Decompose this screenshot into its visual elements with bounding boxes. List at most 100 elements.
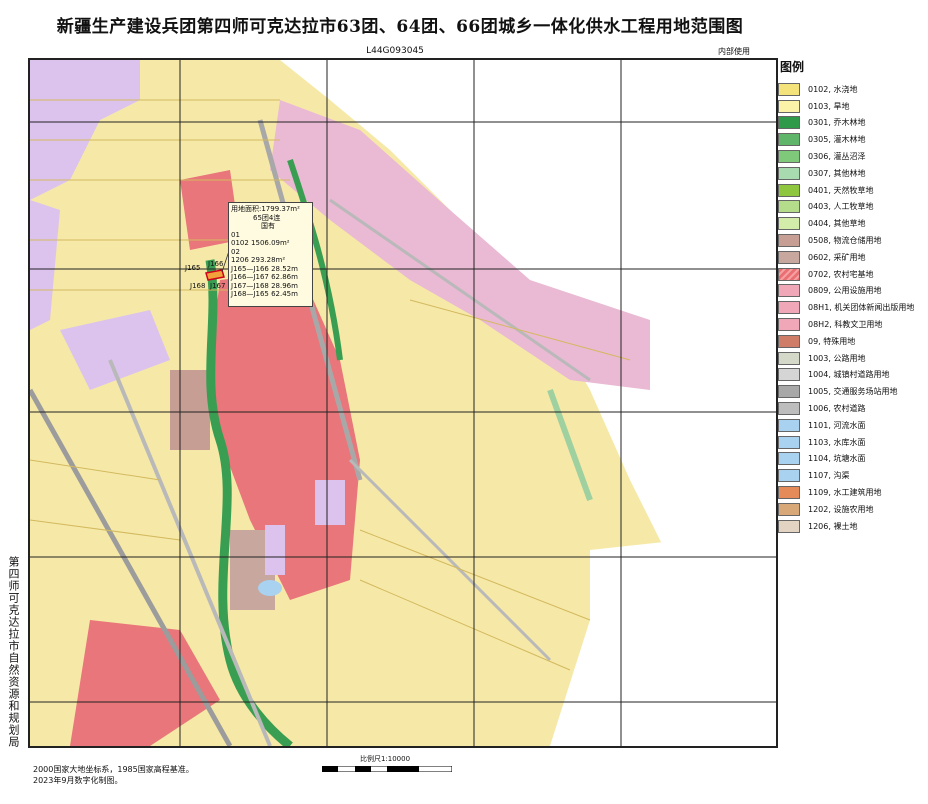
- map-notes: 2000国家大地坐标系，1985国家高程基准。 2023年9月数字化制图。: [33, 764, 194, 786]
- legend-item: 1006, 农村道路: [778, 400, 926, 417]
- land-use-map[interactable]: 用地面积:1799.37m² 65团4连 国有 01 0102 1506.09m…: [28, 58, 778, 748]
- legend-item: 0102, 水浇地: [778, 81, 926, 98]
- legend-label: 1006, 农村道路: [808, 404, 866, 414]
- legend-list: 0102, 水浇地 0103, 旱地 0301, 乔木林地 0305, 灌木林地 030…: [778, 81, 926, 535]
- legend-label: 0403, 人工牧草地: [808, 202, 874, 212]
- legend-item: 0103, 旱地: [778, 98, 926, 115]
- callout-parcel1-area: 0102 1506.09m²: [231, 239, 290, 247]
- parcel-callout: 用地面积:1799.37m² 65团4连 国有 01 0102 1506.09m…: [228, 202, 313, 307]
- legend-item: 1206, 裸土地: [778, 518, 926, 535]
- legend-label: 08H2, 科教文卫用地: [808, 320, 883, 330]
- callout-segment: J168—J165 62.45m: [231, 290, 298, 298]
- legend-label: 09, 特殊用地: [808, 336, 856, 346]
- legend-label: 0301, 乔木林地: [808, 118, 866, 128]
- legend-swatch: [778, 82, 800, 96]
- legend-label: 0103, 旱地: [808, 101, 850, 111]
- legend-swatch: [778, 116, 800, 130]
- legend-swatch: [778, 368, 800, 382]
- legend-label: 0602, 采矿用地: [808, 252, 866, 262]
- legend-swatch: [778, 486, 800, 500]
- legend-label: 08H1, 机关团体新闻出版用地: [808, 303, 915, 313]
- scale-bar: [322, 766, 452, 772]
- legend-label: 0401, 天然牧草地: [808, 185, 874, 195]
- legend-item: 1202, 设施农用地: [778, 501, 926, 518]
- legend-item: 1103, 水库水面: [778, 434, 926, 451]
- legend: 图例 0102, 水浇地 0103, 旱地 0301, 乔木林地 0305, 灌木林地…: [778, 58, 926, 535]
- legend-swatch: [778, 452, 800, 466]
- legend-item: 08H2, 科教文卫用地: [778, 316, 926, 333]
- legend-swatch: [778, 267, 800, 281]
- callout-segment: J167—J168 28.96m: [231, 281, 298, 290]
- legend-swatch: [778, 250, 800, 264]
- legend-swatch: [778, 99, 800, 113]
- legend-label: 0508, 物流仓储用地: [808, 236, 882, 246]
- coordinate-system-note: 2000国家大地坐标系，1985国家高程基准。: [33, 765, 194, 774]
- legend-label: 1004, 城镇村道路用地: [808, 370, 890, 380]
- legend-label: 1005, 交通服务场站用地: [808, 387, 898, 397]
- callout-parcel2-id: 02: [231, 247, 240, 256]
- legend-item: 0702, 农村宅基地: [778, 266, 926, 283]
- legend-swatch: [778, 385, 800, 399]
- callout-segment: J166—J167 62.86m: [231, 273, 298, 281]
- legend-item: 0301, 乔木林地: [778, 115, 926, 132]
- pond: [258, 580, 282, 596]
- public-facility-block: [315, 480, 345, 525]
- public-facility-block-2: [265, 525, 285, 575]
- legend-item: 0404, 其他草地: [778, 215, 926, 232]
- legend-label: 0809, 公用设施用地: [808, 286, 882, 296]
- legend-swatch: [778, 166, 800, 180]
- legend-swatch: [778, 435, 800, 449]
- legend-item: 1107, 沟渠: [778, 467, 926, 484]
- legend-swatch: [778, 284, 800, 298]
- legend-label: 1107, 沟渠: [808, 471, 850, 481]
- legend-item: 0403, 人工牧草地: [778, 199, 926, 216]
- legend-label: 1003, 公路用地: [808, 353, 866, 363]
- legend-label: 1206, 裸土地: [808, 521, 858, 531]
- legend-label: 1101, 河流水面: [808, 420, 866, 430]
- sheet-number: L44G093045: [366, 46, 424, 56]
- legend-item: 1109, 水工建筑用地: [778, 484, 926, 501]
- legend-item: 1004, 城镇村道路用地: [778, 367, 926, 384]
- callout-company: 65团4连: [253, 213, 281, 222]
- legend-label: 1104, 坑塘水面: [808, 454, 866, 464]
- legend-swatch: [778, 469, 800, 483]
- legend-swatch: [778, 200, 800, 214]
- legend-label: 0404, 其他草地: [808, 219, 866, 229]
- legend-item: 09, 特殊用地: [778, 333, 926, 350]
- legend-swatch: [778, 502, 800, 516]
- legend-swatch: [778, 351, 800, 365]
- legend-item: 1005, 交通服务场站用地: [778, 383, 926, 400]
- callout-segment: J165—J166 28.52m: [231, 264, 298, 273]
- legend-swatch: [778, 301, 800, 315]
- legend-label: 0307, 其他林地: [808, 168, 866, 178]
- legend-swatch: [778, 217, 800, 231]
- legend-label: 0102, 水浇地: [808, 84, 858, 94]
- production-date-note: 2023年9月数字化制图。: [33, 776, 123, 785]
- legend-swatch: [778, 418, 800, 432]
- legend-swatch: [778, 133, 800, 147]
- legend-swatch: [778, 402, 800, 416]
- legend-swatch: [778, 150, 800, 164]
- legend-item: 0306, 灌丛沼泽: [778, 148, 926, 165]
- legend-item: 0307, 其他林地: [778, 165, 926, 182]
- legend-title: 图例: [780, 60, 805, 74]
- legend-swatch: [778, 234, 800, 248]
- callout-parcel2-area: 1206 293.28m²: [231, 256, 286, 264]
- map-title: 新疆生产建设兵团第四师可克达拉市63团、64团、66团城乡一体化供水工程用地范围…: [56, 17, 744, 37]
- legend-label: 0305, 灌木林地: [808, 135, 866, 145]
- legend-item: 08H1, 机关团体新闻出版用地: [778, 299, 926, 316]
- legend-swatch: [778, 334, 800, 348]
- legend-item: 0809, 公用设施用地: [778, 283, 926, 300]
- point-label-j165: J165: [185, 264, 201, 272]
- secrecy-label: 内部使用: [718, 47, 750, 56]
- legend-swatch: [778, 183, 800, 197]
- logistics-area: [170, 370, 210, 450]
- legend-label: 1103, 水库水面: [808, 437, 866, 447]
- point-label-j167: J167: [210, 282, 226, 290]
- legend-swatch: [778, 318, 800, 332]
- legend-item: 0602, 采矿用地: [778, 249, 926, 266]
- point-label-j168: J168: [190, 282, 206, 290]
- legend-label: 0702, 农村宅基地: [808, 269, 874, 279]
- callout-ownership: 国有: [261, 222, 275, 230]
- issuing-organization: 第四师可克达拉市自然资源和规划局: [7, 556, 20, 748]
